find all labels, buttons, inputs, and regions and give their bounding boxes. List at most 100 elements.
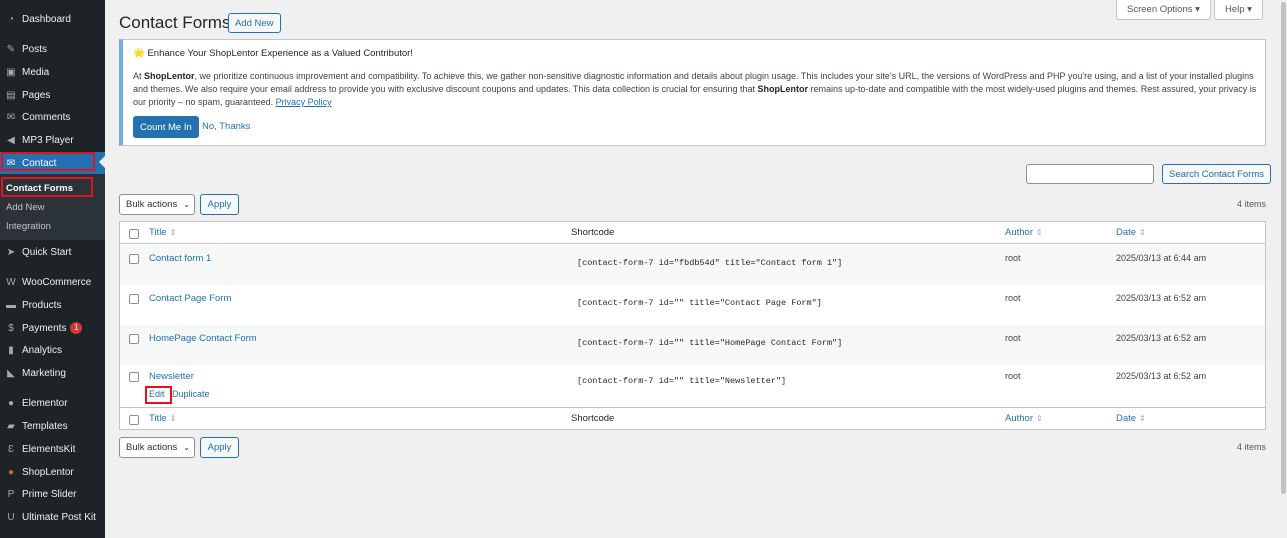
page-title: Contact Forms [119, 13, 231, 32]
prime-slider-icon: P [7, 488, 15, 500]
column-title[interactable]: Title ⇕ [149, 227, 176, 238]
sidebar-item-label: Dashboard [22, 13, 71, 25]
submenu-integration[interactable]: Integration [6, 221, 51, 232]
sort-icon: ⇕ [169, 228, 177, 237]
sidebar-item-label: Media [22, 66, 50, 78]
sidebar-item-quick-start[interactable]: ➤ Quick Start [0, 241, 105, 263]
row-checkbox[interactable] [129, 254, 139, 264]
row-title-link[interactable]: Contact Page Form [149, 293, 231, 304]
sidebar-item-label: Posts [22, 43, 48, 55]
sidebar-item-label: Quick Start [22, 246, 72, 258]
duplicate-link[interactable]: Duplicate [172, 389, 210, 399]
scrollbar-thumb[interactable] [1281, 2, 1286, 494]
column-label: Author [1005, 227, 1033, 238]
sidebar-item-label: Analytics [22, 344, 63, 356]
sort-icon: ⇕ [1139, 228, 1146, 237]
row-shortcode: [contact-form-7 id="" title="Newsletter"… [577, 376, 787, 386]
megaphone-icon: ◣ [7, 367, 15, 379]
highlight-box [1, 152, 95, 171]
search-input[interactable] [1026, 164, 1154, 184]
select-all-checkbox[interactable] [129, 229, 139, 239]
notice-brand: ShopLentor [757, 84, 809, 94]
row-shortcode: [contact-form-7 id="" title="HomePage Co… [577, 338, 843, 348]
sidebar-item-label: WooCommerce [22, 276, 92, 288]
comments-icon: ✉ [6, 111, 16, 123]
sidebar-item-elementskit[interactable]: Ɛ ElementsKit [0, 438, 105, 460]
folder-icon: ▰ [7, 420, 15, 432]
sidebar-item-comments[interactable]: ✉ Comments [0, 106, 105, 128]
sidebar-item-marketing[interactable]: ◣ Marketing [0, 362, 105, 384]
sidebar-item-prime-slider[interactable]: P Prime Slider [0, 483, 105, 505]
sidebar-item-pages[interactable]: ▤ Pages [0, 84, 105, 106]
row-title-link[interactable]: HomePage Contact Form [149, 333, 257, 344]
row-checkbox[interactable] [129, 334, 139, 344]
row-title-link[interactable]: Newsletter [149, 371, 194, 382]
screen-options-tab[interactable]: Screen Options ▾ [1116, 0, 1211, 20]
sidebar-item-label: Products [22, 299, 62, 311]
sidebar-item-shoplentor[interactable]: ● ShopLentor [0, 461, 105, 483]
elementskit-icon: Ɛ [7, 443, 15, 455]
sidebar-item-dashboard[interactable]: ◔ Dashboard [0, 8, 105, 30]
bar-chart-icon: ▮ [8, 344, 14, 356]
column-date[interactable]: Date ⇕ [1116, 413, 1146, 424]
table-row: Contact form 1 [contact-form-7 id="fbdb5… [120, 245, 1265, 285]
sidebar-item-mp3-player[interactable]: ◀ MP3 Player [0, 129, 105, 151]
apply-button[interactable]: Apply [200, 437, 239, 458]
sidebar-item-templates[interactable]: ▰ Templates [0, 415, 105, 437]
sidebar-item-label: Pages [22, 89, 51, 101]
main-content: Screen Options ▾ Help ▾ Contact Forms Ad… [105, 0, 1287, 538]
speaker-icon: ◀ [7, 134, 15, 146]
row-checkbox[interactable] [129, 294, 139, 304]
row-author: root [1005, 333, 1021, 343]
no-thanks-link[interactable]: No, Thanks [202, 121, 250, 132]
row-date: 2025/03/13 at 6:44 am [1116, 253, 1207, 263]
search-contact-forms-button[interactable]: Search Contact Forms [1162, 164, 1272, 184]
add-new-button[interactable]: Add New [228, 13, 281, 33]
column-date[interactable]: Date ⇕ [1116, 227, 1146, 238]
column-author[interactable]: Author ⇕ [1005, 413, 1043, 424]
sidebar-item-ultimate-post-kit[interactable]: U Ultimate Post Kit [0, 506, 105, 528]
column-title[interactable]: Title ⇕ [149, 413, 176, 424]
row-title-link[interactable]: Contact form 1 [149, 253, 211, 264]
admin-sidebar: ◔ Dashboard ✎ Posts ▣ Media ▤ Pages ✉ Comment… [0, 0, 105, 538]
bulk-actions-select[interactable]: Bulk actions ⌄ [119, 194, 195, 215]
table-row: Contact Page Form [contact-form-7 id="" … [120, 285, 1265, 325]
row-checkbox[interactable] [129, 372, 139, 382]
sort-icon: ⇕ [1036, 228, 1043, 237]
notice-title: 🌟 Enhance Your ShopLentor Experience as … [133, 48, 413, 59]
sidebar-item-products[interactable]: ▬ Products [0, 294, 105, 316]
row-author: root [1005, 293, 1021, 303]
chevron-down-icon: ⌄ [183, 443, 190, 452]
sidebar-item-media[interactable]: ▣ Media [0, 61, 105, 83]
select-all-checkbox[interactable] [129, 415, 139, 425]
notice-brand: ShopLentor [144, 71, 195, 81]
apply-button[interactable]: Apply [200, 194, 239, 215]
sidebar-item-label: Prime Slider [22, 488, 77, 500]
bulk-actions-value: Bulk actions [126, 442, 178, 453]
sidebar-item-analytics[interactable]: ▮ Analytics [0, 339, 105, 361]
sidebar-item-posts[interactable]: ✎ Posts [0, 38, 105, 60]
row-author: root [1005, 253, 1021, 263]
highlight-box [145, 386, 172, 404]
sidebar-item-payments[interactable]: $ Payments 1 [0, 317, 105, 339]
highlight-box [1, 177, 93, 197]
sidebar-item-elementor[interactable]: ● Elementor [0, 392, 105, 414]
row-date: 2025/03/13 at 6:52 am [1116, 371, 1207, 381]
privacy-policy-link[interactable]: Privacy Policy [276, 97, 332, 107]
woo-icon: W [6, 276, 16, 288]
column-author[interactable]: Author ⇕ [1005, 227, 1043, 238]
table-header: Title ⇕ Shortcode Author ⇕ Date ⇕ [120, 222, 1265, 244]
column-label: Date [1116, 413, 1137, 424]
column-shortcode: Shortcode [571, 227, 615, 238]
table-footer: Title ⇕ Shortcode Author ⇕ Date ⇕ [120, 407, 1265, 429]
bulk-actions-select[interactable]: Bulk actions ⌄ [119, 437, 195, 458]
count-me-in-button[interactable]: Count Me In [133, 116, 199, 138]
shoplentor-icon: ● [7, 466, 15, 478]
sidebar-item-woocommerce[interactable]: W WooCommerce [0, 271, 105, 293]
help-tab[interactable]: Help ▾ [1214, 0, 1263, 20]
elementor-icon: ● [7, 397, 15, 409]
column-label: Author [1005, 413, 1033, 424]
row-date: 2025/03/13 at 6:52 am [1116, 333, 1207, 343]
submenu-add-new[interactable]: Add New [6, 202, 45, 213]
column-label: Title [149, 413, 167, 424]
